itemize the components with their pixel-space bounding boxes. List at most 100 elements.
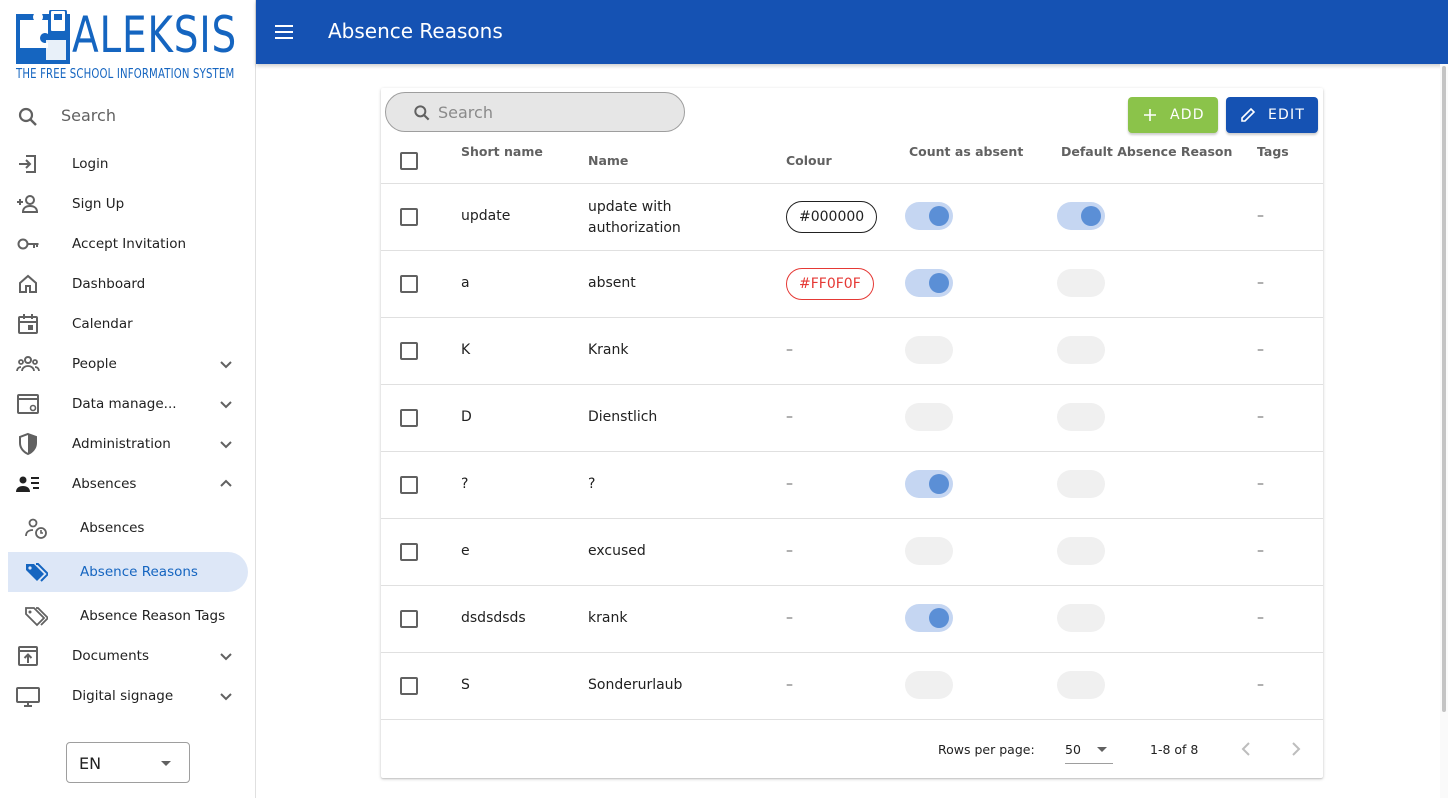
sidebar-item-documents[interactable]: Documents [8, 636, 248, 676]
table-row[interactable]: S Sonderurlaub – – [381, 653, 1323, 720]
default-absence-reason-switch[interactable] [1057, 470, 1105, 498]
short-name-cell: e [461, 543, 470, 559]
menu-icon[interactable] [272, 20, 296, 44]
row-checkbox[interactable] [400, 275, 418, 293]
data-management-icon [17, 394, 39, 414]
column-header-name[interactable]: Name [588, 153, 628, 168]
table-row[interactable]: dsdsdsds krank – – [381, 586, 1323, 653]
previous-page-icon[interactable] [1234, 737, 1258, 761]
absences-icon [16, 476, 39, 492]
calendar-icon [18, 314, 38, 334]
sidebar-item-login[interactable]: Login [8, 144, 248, 184]
next-page-icon[interactable] [1284, 737, 1308, 761]
edit-button[interactable]: EDIT [1226, 97, 1318, 133]
dropdown-caret-icon [161, 761, 171, 766]
edit-button-label: EDIT [1268, 107, 1306, 123]
short-name-cell: ? [461, 476, 469, 492]
rows-per-page-select[interactable]: 50 [1065, 734, 1113, 764]
default-absence-reason-switch[interactable] [1057, 403, 1105, 431]
name-cell: Sonderurlaub [588, 677, 683, 693]
select-all-checkbox[interactable] [400, 152, 418, 170]
row-checkbox[interactable] [400, 677, 418, 695]
colour-cell: – [786, 677, 793, 693]
name-cell: excused [588, 543, 646, 559]
sidebar-item-sign-up[interactable]: Sign Up [8, 184, 248, 224]
sidebar-search[interactable]: Search [0, 97, 256, 137]
row-checkbox[interactable] [400, 342, 418, 360]
sidebar-item-label: Documents [72, 648, 149, 664]
logo-title: ALEKSIS [72, 6, 238, 64]
table-row[interactable]: a absent #FF0F0F – [381, 251, 1323, 318]
rows-per-page-label: Rows per page: [938, 742, 1035, 757]
default-absence-reason-switch[interactable] [1057, 269, 1105, 297]
default-absence-reason-switch[interactable] [1057, 336, 1105, 364]
tags-cell: – [1257, 208, 1264, 224]
table-row[interactable]: D Dienstlich – – [381, 385, 1323, 452]
row-checkbox[interactable] [400, 208, 418, 226]
row-checkbox[interactable] [400, 409, 418, 427]
tags-cell: – [1257, 677, 1264, 693]
chevron-down-icon [220, 441, 232, 449]
count-as-absent-switch[interactable] [905, 202, 953, 230]
column-header-count-as-absent[interactable]: Count as absent [909, 144, 1023, 159]
default-absence-reason-switch[interactable] [1057, 537, 1105, 565]
count-as-absent-switch[interactable] [905, 671, 953, 699]
default-absence-reason-switch[interactable] [1057, 202, 1105, 230]
sidebar-item-absences[interactable]: Absences [8, 508, 248, 548]
sidebar-item-accept-invitation[interactable]: Accept Invitation [8, 224, 248, 264]
row-checkbox[interactable] [400, 610, 418, 628]
table-search-input[interactable]: Search [385, 92, 685, 132]
count-as-absent-switch[interactable] [905, 470, 953, 498]
sidebar-item-people[interactable]: People [8, 344, 248, 384]
sidebar-item-label: Absences [80, 520, 145, 536]
key-icon [17, 238, 39, 250]
language-select[interactable]: EN [66, 742, 190, 783]
chevron-down-icon [220, 653, 232, 661]
short-name-cell: dsdsdsds [461, 610, 526, 626]
column-header-short-name[interactable]: Short name [461, 144, 543, 159]
sidebar-item-absence-reason-tags[interactable]: Absence Reason Tags [8, 596, 248, 636]
column-header-colour[interactable]: Colour [786, 153, 832, 168]
add-button[interactable]: ADD [1128, 97, 1218, 133]
table-row[interactable]: ? ? – – [381, 452, 1323, 519]
count-as-absent-switch[interactable] [905, 403, 953, 431]
add-button-label: ADD [1170, 107, 1205, 123]
sidebar-item-absence-reasons[interactable]: Absence Reasons [8, 552, 248, 592]
table-row[interactable]: K Krank – – [381, 318, 1323, 385]
default-absence-reason-switch[interactable] [1057, 604, 1105, 632]
default-absence-reason-switch[interactable] [1057, 671, 1105, 699]
sidebar-item-dashboard[interactable]: Dashboard [8, 264, 248, 304]
column-header-default-absence-reason[interactable]: Default Absence Reason [1061, 144, 1232, 159]
sidebar-item-administration[interactable]: Administration [8, 424, 248, 464]
count-as-absent-switch[interactable] [905, 269, 953, 297]
sidebar-item-data-management[interactable]: Data manage... [8, 384, 248, 424]
count-as-absent-switch[interactable] [905, 537, 953, 565]
sidebar-item-label: Calendar [72, 316, 133, 332]
sidebar-item-digital-signage[interactable]: Digital signage [8, 676, 248, 716]
short-name-cell: D [461, 409, 472, 425]
row-checkbox[interactable] [400, 543, 418, 561]
sidebar-item-calendar[interactable]: Calendar [8, 304, 248, 344]
count-as-absent-switch[interactable] [905, 336, 953, 364]
puzzle-logo-icon [16, 10, 70, 64]
short-name-cell: update [461, 208, 511, 224]
scrollbar-thumb[interactable] [1442, 66, 1446, 712]
chevron-down-icon [220, 401, 232, 409]
colour-cell: – [786, 342, 793, 358]
column-header-tags[interactable]: Tags [1257, 144, 1289, 159]
rows-per-page-value: 50 [1065, 742, 1081, 757]
page-scrollbar[interactable] [1440, 64, 1448, 798]
aleksis-logo[interactable]: ALEKSIS THE FREE SCHOOL INFORMATION SYST… [16, 6, 240, 84]
count-as-absent-switch[interactable] [905, 604, 953, 632]
tags-outline-icon [25, 607, 48, 627]
row-checkbox[interactable] [400, 476, 418, 494]
sidebar-search-placeholder: Search [61, 106, 116, 125]
name-cell: Dienstlich [588, 409, 658, 425]
search-icon [414, 105, 430, 121]
name-cell: ? [588, 476, 596, 492]
table-row[interactable]: update update with authorization #000000… [381, 184, 1323, 251]
navigation-drawer: ALEKSIS THE FREE SCHOOL INFORMATION SYST… [0, 0, 256, 798]
table-row[interactable]: e excused – – [381, 519, 1323, 586]
sidebar-item-absences-group[interactable]: Absences [8, 464, 248, 504]
sidebar-item-label: Absence Reason Tags [80, 608, 226, 624]
